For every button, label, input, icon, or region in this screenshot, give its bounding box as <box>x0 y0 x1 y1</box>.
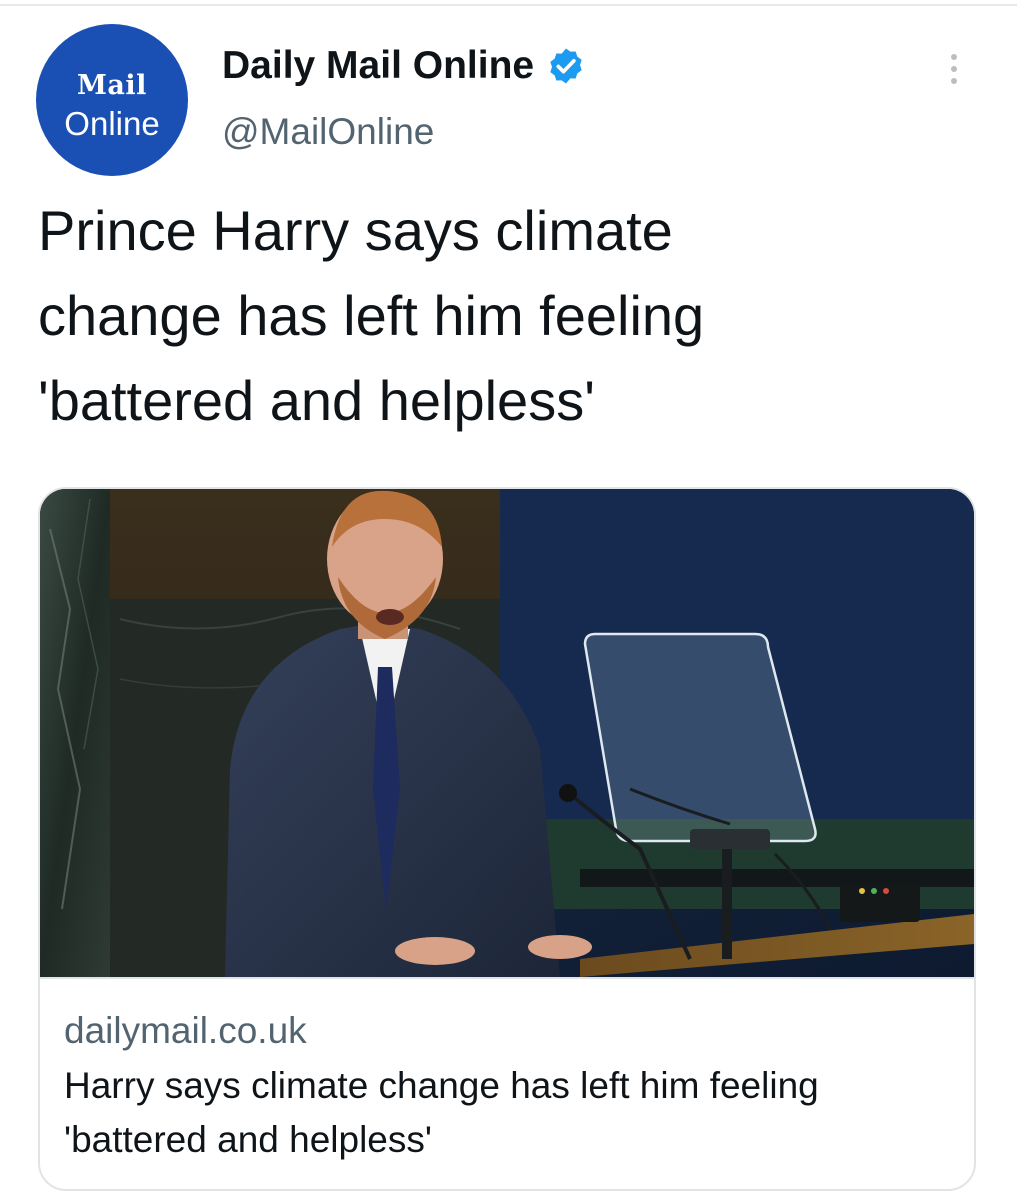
link-preview-card[interactable]: dailymail.co.uk Harry says climate chang… <box>38 487 976 1191</box>
avatar-logo-online: Online <box>64 105 160 142</box>
more-options-button[interactable] <box>936 44 972 94</box>
top-divider <box>0 4 1017 6</box>
avatar-logo-mail: Mail <box>77 70 147 101</box>
tweet-screenshot: Mail Online Daily Mail Online @MailOnlin… <box>0 0 1017 1200</box>
card-divider <box>40 977 974 979</box>
tweet-text: Prince Harry says climate change has lef… <box>38 199 705 432</box>
author-name-row: Daily Mail Online <box>222 40 586 92</box>
more-horizontal-icon-dot <box>951 66 957 72</box>
author-handle[interactable]: @MailOnline <box>222 108 434 156</box>
author-display-name[interactable]: Daily Mail Online <box>222 40 534 92</box>
verified-badge-icon <box>546 46 586 86</box>
card-domain: dailymail.co.uk <box>64 1010 307 1051</box>
more-horizontal-icon-dot <box>951 78 957 84</box>
card-title: Harry says climate change has left him f… <box>64 1065 819 1160</box>
author-avatar[interactable]: Mail Online <box>36 24 188 176</box>
card-image[interactable] <box>40 489 974 977</box>
more-horizontal-icon-dot <box>951 54 957 60</box>
card-photo-speaker-at-podium <box>40 489 974 977</box>
